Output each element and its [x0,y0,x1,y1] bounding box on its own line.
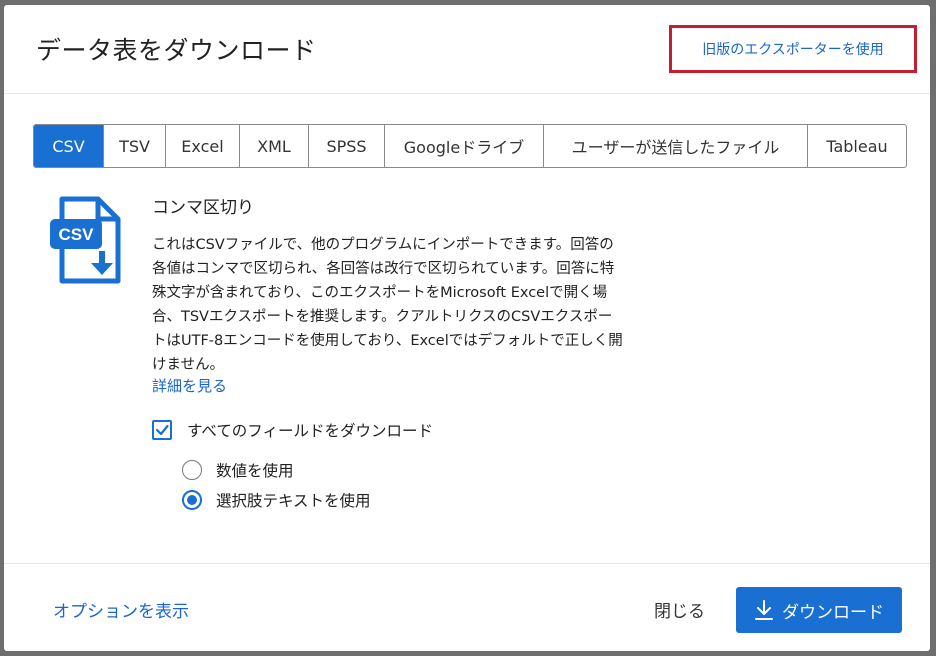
dialog-footer: オプションを表示 閉じる ダウンロード [4,563,930,652]
download-icon [755,600,773,620]
tab-user-submitted-files[interactable]: ユーザーが送信したファイル [544,125,808,167]
tab-csv[interactable]: CSV [34,125,104,167]
tab-tsv[interactable]: TSV [104,125,166,167]
checkmark-icon [155,424,169,436]
legacy-exporter-link[interactable]: 旧版のエクスポーターを使用 [669,25,917,73]
tab-spss[interactable]: SPSS [309,125,385,167]
download-button[interactable]: ダウンロード [736,587,902,633]
tab-xml[interactable]: XML [240,125,309,167]
description-line: 各値はコンマで区切られ、各回答は改行で区切られています。回答に特 [152,261,615,277]
use-choice-text-label: 選択肢テキストを使用 [216,492,371,510]
use-choice-text-radio[interactable] [182,490,202,510]
format-description: これはCSVファイルで、他のプログラムにインポートできます。回答の 各値はコンマ… [152,233,692,377]
description-line: 殊文字が含まれており、このエクスポートをMicrosoft Excelで開く場 [152,285,608,301]
tab-excel[interactable]: Excel [166,125,240,167]
learn-more-link[interactable]: 詳細を見る [152,375,227,396]
dialog-header: データ表をダウンロード 旧版のエクスポーターを使用 [4,5,930,94]
description-line: けません。 [152,357,225,373]
csv-file-icon: CSV [50,196,121,284]
download-all-fields-checkbox[interactable] [152,420,172,440]
download-button-label: ダウンロード [782,602,884,623]
description-line: トはUTF-8エンコードを使用しており、Excelではデフォルトで正しく開 [152,333,623,349]
close-button[interactable]: 閉じる [654,597,705,622]
tab-tableau[interactable]: Tableau [808,125,906,167]
format-tabs: CSV TSV Excel XML SPSS Googleドライブ ユーザーが送… [33,124,907,168]
use-numeric-values-radio[interactable] [182,460,202,480]
dialog-title: データ表をダウンロード [36,36,317,65]
show-options-link[interactable]: オプションを表示 [53,597,189,622]
use-numeric-values-label: 数値を使用 [216,462,294,480]
download-all-fields-label: すべてのフィールドをダウンロード [187,422,433,440]
description-line: これはCSVファイルで、他のプログラムにインポートできます。回答の [152,237,614,253]
section-title: コンマ区切り [152,198,254,218]
download-dialog: データ表をダウンロード 旧版のエクスポーターを使用 CSV TSV Excel … [4,5,930,651]
description-line: 合、TSVエクスポートを推奨します。クアルトリクスのCSVエクスポー [152,309,613,325]
tab-google-drive[interactable]: Googleドライブ [385,125,544,167]
svg-text:CSV: CSV [59,225,95,244]
